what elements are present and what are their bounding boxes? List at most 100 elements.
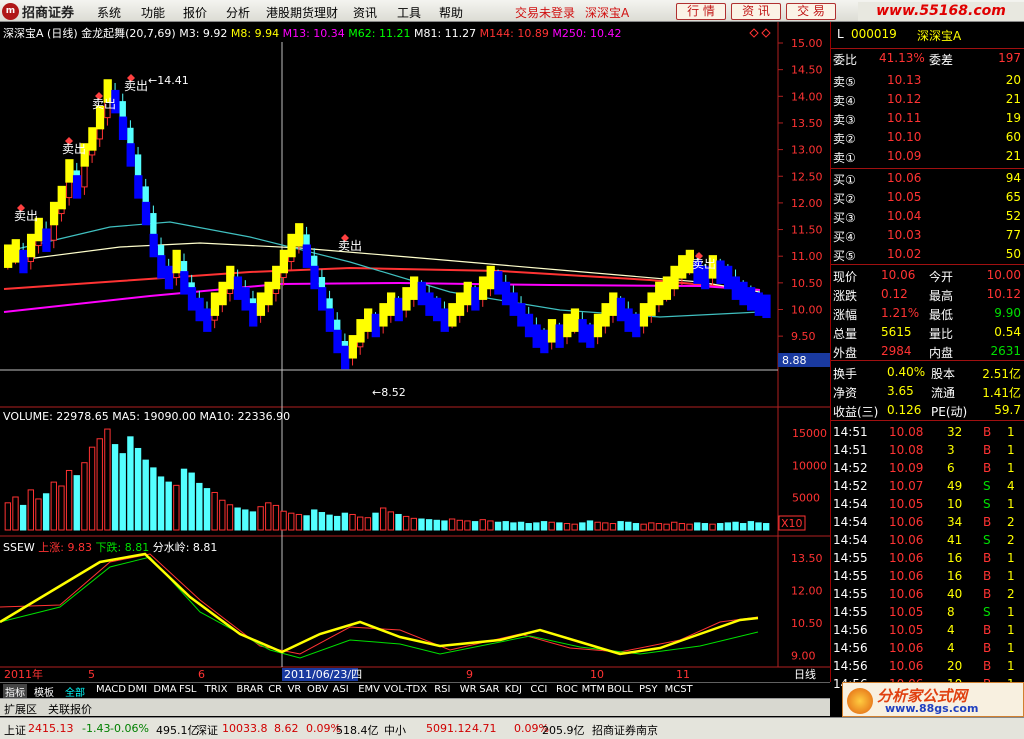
tab-related-quote[interactable]: 关联报价 xyxy=(48,701,92,717)
stat-row-3[interactable]: 总量 5615 量比 0.54 xyxy=(831,324,1024,342)
tab-vol-tdx[interactable]: VOL-TDX xyxy=(384,684,427,695)
tick-row[interactable]: 14:54 10.05 10 S 1 xyxy=(831,496,1024,514)
volume-bar xyxy=(395,513,402,531)
volume-bar xyxy=(563,523,571,531)
tab-mtm[interactable]: MTM xyxy=(582,684,605,695)
tab-roc[interactable]: ROC xyxy=(556,684,578,695)
tick-row[interactable]: 14:55 10.06 16 B 1 xyxy=(831,568,1024,586)
tick-row[interactable]: 14:51 10.08 3 B 1 xyxy=(831,442,1024,460)
tick-row[interactable]: 14:54 10.06 34 B 2 xyxy=(831,514,1024,532)
bid-price: 10.06 xyxy=(887,171,922,185)
bid-row-1[interactable]: 买① 10.06 94 xyxy=(831,170,1024,188)
tab-rsi[interactable]: RSI xyxy=(434,684,450,695)
tab-psy[interactable]: PSY xyxy=(639,684,658,695)
stat-row-1[interactable]: 涨跌 0.12 最高 10.12 xyxy=(831,286,1024,304)
ask-row-4[interactable]: 卖④ 10.12 21 xyxy=(831,91,1024,109)
quote-button[interactable]: 行 情 xyxy=(676,3,726,20)
fundamental-row-0[interactable]: 换手 0.40% 股本 2.51亿 xyxy=(831,364,1024,382)
tab-cci[interactable]: CCI xyxy=(530,684,547,695)
tab-boll[interactable]: BOLL xyxy=(607,684,633,695)
ask-row-5[interactable]: 卖⑤ 10.13 20 xyxy=(831,72,1024,90)
tab-dma[interactable]: DMA xyxy=(153,684,176,695)
tick-row[interactable]: 14:56 10.05 4 B 1 xyxy=(831,622,1024,640)
tab-macd[interactable]: MACD xyxy=(96,684,126,695)
menu-tools[interactable]: 工具 xyxy=(397,4,421,21)
trend-band-segment xyxy=(126,143,135,167)
sub-tabs: 扩展区 关联报价 xyxy=(0,698,830,716)
status-item-12: 4.71 xyxy=(472,722,497,735)
ask-row-1[interactable]: 卖① 10.09 21 xyxy=(831,148,1024,166)
tick-volume: 4 xyxy=(947,623,955,637)
tab-dmi[interactable]: DMI xyxy=(128,684,147,695)
menu-quote[interactable]: 报价 xyxy=(183,4,207,21)
main-chart-svg[interactable]: 15.00 14.50 14.00 13.50 13.00 12.50 12.00 11.50… xyxy=(0,22,830,682)
volume-bar xyxy=(740,523,747,531)
tick-row[interactable]: 14:52 10.09 6 B 1 xyxy=(831,460,1024,478)
trade-button[interactable]: 交 易 xyxy=(786,3,836,20)
stat-row-4[interactable]: 外盘 2984 内盘 2631 xyxy=(831,343,1024,361)
tab-template[interactable]: 模板 xyxy=(34,684,54,699)
tab-trix[interactable]: TRIX xyxy=(205,684,228,695)
ask-row-2[interactable]: 卖② 10.10 60 xyxy=(831,129,1024,147)
tab-wr[interactable]: WR xyxy=(460,684,477,695)
sell-signal-label: 卖出 xyxy=(338,239,362,253)
price-tick-label-6: 12.00 xyxy=(791,197,823,210)
trend-band-segment xyxy=(134,175,143,199)
volume-bar xyxy=(732,521,739,531)
menu-function[interactable]: 功能 xyxy=(141,4,165,21)
tab-extension[interactable]: 扩展区 xyxy=(4,701,37,717)
tick-row[interactable]: 14:54 10.06 41 S 2 xyxy=(831,532,1024,550)
trend-band-segment xyxy=(463,281,472,306)
tab-vr[interactable]: VR xyxy=(288,684,302,695)
menu-analysis[interactable]: 分析 xyxy=(226,4,250,21)
menu-help[interactable]: 帮助 xyxy=(439,4,463,21)
tick-row[interactable]: 14:55 10.06 40 B 2 xyxy=(831,586,1024,604)
tick-price: 10.06 xyxy=(889,533,924,547)
tab-asi[interactable]: ASI xyxy=(333,684,349,695)
volume-bar xyxy=(58,485,65,531)
ask-row-3[interactable]: 卖③ 10.11 19 xyxy=(831,110,1024,128)
chart-area[interactable]: 15.00 14.50 14.00 13.50 13.00 12.50 12.00 11.50… xyxy=(0,22,830,682)
tick-row[interactable]: 14:56 10.06 4 B 1 xyxy=(831,640,1024,658)
fundamental-row-2[interactable]: 收益(三) 0.126 PE(动) 59.7 xyxy=(831,402,1024,420)
stat-value: 1.21% xyxy=(881,306,920,320)
tab-indicator[interactable]: 指标 xyxy=(3,684,27,699)
menu-hk-futures[interactable]: 港股期货理财 xyxy=(266,4,338,21)
bid-price: 10.02 xyxy=(887,247,922,261)
tab-fsl[interactable]: FSL xyxy=(179,684,197,695)
stat-row-2[interactable]: 涨幅 1.21% 最低 9.90 xyxy=(831,305,1024,323)
volume-bar xyxy=(694,522,701,531)
news-button[interactable]: 资 讯 xyxy=(731,3,781,20)
stat-value: 0.54 xyxy=(994,325,1021,339)
stat-label: 净资 xyxy=(833,386,858,400)
tab-cr[interactable]: CR xyxy=(268,684,282,695)
menu-news[interactable]: 资讯 xyxy=(353,4,377,21)
quote-header[interactable]: L 000019 深深宝A xyxy=(831,26,1024,44)
tab-mcst[interactable]: MCST xyxy=(665,684,693,695)
watermark: 分析家公式网 www.88gs.com xyxy=(842,682,1024,717)
tab-emv[interactable]: EMV xyxy=(358,684,380,695)
tick-row[interactable]: 14:55 10.05 8 S 1 xyxy=(831,604,1024,622)
trend-band-segment xyxy=(371,313,380,338)
tick-count: 1 xyxy=(1007,605,1015,619)
weibi-row[interactable]: 委比 41.13% 委差 197 xyxy=(831,50,1024,68)
ssew-up: 上涨: 9.83 xyxy=(38,541,92,554)
bid-row-3[interactable]: 买③ 10.04 52 xyxy=(831,208,1024,226)
tick-row[interactable]: 14:52 10.07 49 S 4 xyxy=(831,478,1024,496)
bid-row-4[interactable]: 买④ 10.03 77 xyxy=(831,227,1024,245)
tab-obv[interactable]: OBV xyxy=(307,684,328,695)
tab-brar[interactable]: BRAR xyxy=(236,684,263,695)
menu-system[interactable]: 系统 xyxy=(97,4,121,21)
tick-row[interactable]: 14:55 10.06 16 B 1 xyxy=(831,550,1024,568)
tick-row[interactable]: 14:51 10.08 32 B 1 xyxy=(831,424,1024,442)
tab-all[interactable]: 全部 xyxy=(65,684,85,699)
volume-bar xyxy=(418,518,425,531)
bid-row-2[interactable]: 买② 10.05 65 xyxy=(831,189,1024,207)
tab-kdj[interactable]: KDJ xyxy=(505,684,522,695)
price-tick-label-10: 10.00 xyxy=(791,304,823,317)
bid-row-5[interactable]: 买⑤ 10.02 50 xyxy=(831,246,1024,264)
tick-row[interactable]: 14:56 10.06 20 B 1 xyxy=(831,658,1024,676)
tab-sar[interactable]: SAR xyxy=(479,684,499,695)
stat-row-0[interactable]: 现价 10.06 今开 10.00 xyxy=(831,267,1024,285)
fundamental-row-1[interactable]: 净资 3.65 流通 1.41亿 xyxy=(831,383,1024,401)
